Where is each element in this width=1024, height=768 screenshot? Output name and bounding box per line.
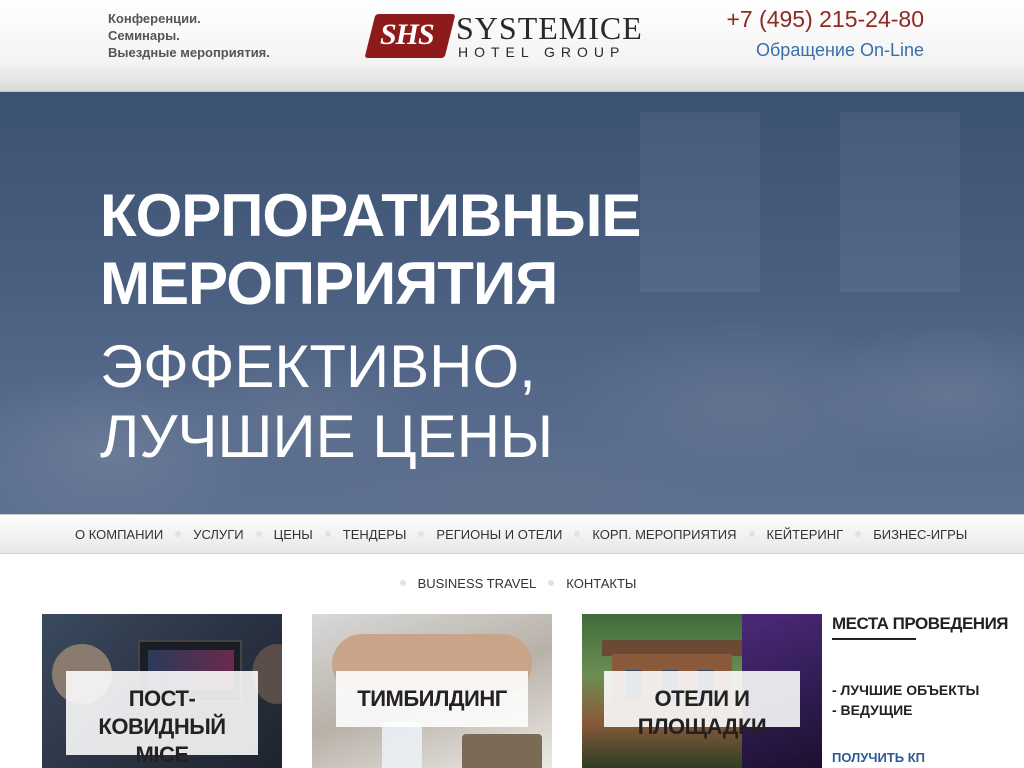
venues-list: - ЛУЧШИЕ ОБЪЕКТЫ - ВЕДУЩИЕ bbox=[832, 680, 1002, 720]
nav-item-business-travel[interactable]: BUSINESS TRAVEL bbox=[418, 576, 537, 591]
nav-separator-dot bbox=[548, 580, 555, 586]
nav-separator-dot bbox=[748, 531, 755, 537]
get-proposal-link[interactable]: ПОЛУЧИТЬ КП bbox=[832, 750, 925, 765]
phone-number[interactable]: +7 (495) 215-24-80 bbox=[726, 6, 924, 33]
list-item: - ВЕДУЩИЕ bbox=[832, 702, 913, 718]
nav-item-about[interactable]: О КОМПАНИИ bbox=[75, 527, 163, 542]
site-logo[interactable]: SHS SYSTEMICE HOTEL GROUP bbox=[364, 10, 660, 62]
site-header: Конференции. Семинары. Выездные мероприя… bbox=[0, 0, 1024, 92]
logo-subtitle: HOTEL GROUP bbox=[458, 44, 626, 60]
hero-background-panel bbox=[640, 112, 760, 292]
nav-item-catering[interactable]: КЕЙТЕРИНГ bbox=[767, 527, 844, 542]
venues-panel-title: МЕСТА ПРОВЕДЕНИЯ bbox=[832, 614, 1009, 633]
tagline: Конференции. Семинары. Выездные мероприя… bbox=[108, 10, 270, 61]
nav-separator-dot bbox=[255, 531, 262, 537]
card-label-line: MICE bbox=[135, 742, 190, 767]
title-underline bbox=[832, 638, 916, 640]
nav-item-tenders[interactable]: ТЕНДЕРЫ bbox=[343, 527, 407, 542]
nav-separator-dot bbox=[175, 531, 182, 537]
hero-banner: КОРПОРАТИВНЫЕ МЕРОПРИЯТИЯ ЭФФЕКТИВНО, ЛУ… bbox=[0, 92, 1024, 514]
hero-subtitle-line: ЛУЧШИЕ ЦЕНЫ bbox=[100, 403, 554, 470]
nav-separator-dot bbox=[574, 531, 581, 537]
tagline-line: Конференции. bbox=[108, 11, 201, 26]
list-item: - ЛУЧШИЕ ОБЪЕКТЫ bbox=[832, 682, 980, 698]
card-label-line: ТИМБИЛДИНГ bbox=[357, 686, 507, 711]
card-label: ОТЕЛИ И ПЛОЩАДКИ bbox=[604, 671, 800, 739]
nav-item-regions[interactable]: РЕГИОНЫ И ОТЕЛИ bbox=[436, 527, 562, 542]
nav-item-prices[interactable]: ЦЕНЫ bbox=[274, 527, 313, 542]
nav-separator-dot bbox=[324, 531, 331, 537]
nav-separator-dot bbox=[399, 580, 406, 586]
photo-jar bbox=[462, 734, 542, 768]
tagline-line: Выездные мероприятия. bbox=[108, 45, 270, 60]
nav-item-business-games[interactable]: БИЗНЕС-ИГРЫ bbox=[873, 527, 967, 542]
hero-subtitle-line: ЭФФЕКТИВНО, bbox=[100, 333, 536, 400]
hero-title-line: МЕРОПРИЯТИЯ bbox=[100, 250, 558, 317]
hero-title-line: КОРПОРАТИВНЫЕ bbox=[100, 182, 641, 249]
hero-title-bold: КОРПОРАТИВНЫЕ МЕРОПРИЯТИЯ bbox=[100, 182, 641, 318]
hero-background-panel bbox=[840, 112, 960, 292]
photo-bottle bbox=[382, 722, 422, 768]
logo-name: SYSTEMICE bbox=[456, 10, 643, 46]
card-label: ТИМБИЛДИНГ bbox=[336, 671, 528, 727]
online-request-link[interactable]: Обращение On-Line bbox=[756, 40, 924, 61]
main-nav: О КОМПАНИИ УСЛУГИ ЦЕНЫ ТЕНДЕРЫ РЕГИОНЫ И… bbox=[0, 514, 1024, 554]
nav-separator-dot bbox=[855, 531, 862, 537]
tagline-line: Семинары. bbox=[108, 28, 180, 43]
hero-title-light: ЭФФЕКТИВНО, ЛУЧШИЕ ЦЕНЫ bbox=[100, 332, 553, 472]
nav-item-corporate-events[interactable]: КОРП. МЕРОПРИЯТИЯ bbox=[592, 527, 736, 542]
card-label-line: ПОСТ-КОВИДНЫЙ bbox=[98, 686, 226, 739]
secondary-nav: BUSINESS TRAVEL КОНТАКТЫ bbox=[0, 570, 1024, 596]
card-post-covid-mice[interactable]: ПОСТ-КОВИДНЫЙ MICE bbox=[42, 614, 282, 768]
card-label-line: ОТЕЛИ И ПЛОЩАДКИ bbox=[637, 686, 767, 739]
card-hotels-venues[interactable]: ОТЕЛИ И ПЛОЩАДКИ bbox=[582, 614, 822, 768]
logo-mark-text: SHS bbox=[380, 18, 435, 51]
card-label: ПОСТ-КОВИДНЫЙ MICE bbox=[66, 671, 258, 767]
venues-panel: МЕСТА ПРОВЕДЕНИЯ - ЛУЧШИЕ ОБЪЕКТЫ - ВЕДУ… bbox=[832, 614, 1009, 768]
nav-item-contacts[interactable]: КОНТАКТЫ bbox=[566, 576, 636, 591]
nav-separator-dot bbox=[418, 531, 425, 537]
nav-item-services[interactable]: УСЛУГИ bbox=[193, 527, 243, 542]
card-teambuilding[interactable]: ТИМБИЛДИНГ bbox=[312, 614, 552, 768]
